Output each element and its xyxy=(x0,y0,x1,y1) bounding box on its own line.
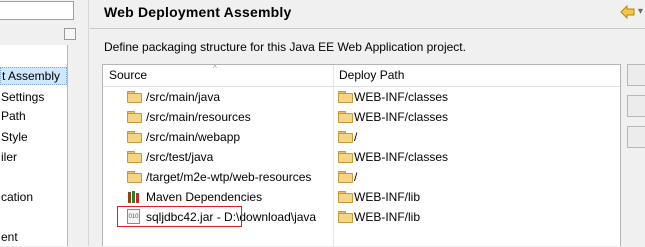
deploy-path-cell: / xyxy=(354,130,358,144)
deploy-path-cell: WEB-INF/classes xyxy=(354,110,449,124)
preferences-nav-pane: t Assembly Settings Path Style iler cati… xyxy=(0,0,78,246)
table-row[interactable]: /src/main/java WEB-INF/classes xyxy=(103,87,620,107)
remove-button[interactable] xyxy=(627,126,645,148)
page-title: Web Deployment Assembly xyxy=(104,4,292,20)
nav-item-settings[interactable]: Settings xyxy=(0,88,67,106)
pane-divider xyxy=(88,0,89,246)
table-row[interactable]: /src/main/resources WEB-INF/classes xyxy=(103,107,620,127)
source-cell: /src/main/java xyxy=(146,90,221,104)
folder-icon xyxy=(338,151,353,163)
deploy-path-cell: WEB-INF/lib xyxy=(354,190,420,204)
sort-caret-icon: ^ xyxy=(213,64,217,73)
folder-icon xyxy=(338,91,353,103)
source-cell: Maven Dependencies xyxy=(146,190,263,204)
table-row[interactable]: /src/main/webapp / xyxy=(103,127,620,147)
deploy-path-cell: WEB-INF/lib xyxy=(354,210,420,224)
nav-item-location[interactable]: cation xyxy=(0,188,67,206)
table-row[interactable]: Maven Dependencies WEB-INF/lib xyxy=(103,187,620,207)
title-separator xyxy=(90,28,645,29)
edit-button[interactable] xyxy=(627,95,645,117)
table-row[interactable]: /src/test/java WEB-INF/classes xyxy=(103,147,620,167)
filter-input[interactable] xyxy=(0,1,74,20)
nav-item-style[interactable]: Style xyxy=(0,128,67,146)
source-cell: /src/main/webapp xyxy=(146,130,241,144)
forward-menu-icon[interactable]: ▾ xyxy=(638,6,645,18)
folder-icon xyxy=(127,151,142,163)
deploy-path-cell: WEB-INF/classes xyxy=(354,150,449,164)
source-cell: /target/m2e-wtp/web-resources xyxy=(146,170,312,184)
folder-icon xyxy=(338,211,353,223)
folder-icon xyxy=(338,131,353,143)
deploy-path-cell: WEB-INF/classes xyxy=(354,90,449,104)
folder-icon xyxy=(127,91,142,103)
nav-item-ent[interactable]: ent xyxy=(0,228,67,246)
add-button[interactable] xyxy=(627,64,645,86)
table-row[interactable]: /target/m2e-wtp/web-resources / xyxy=(103,167,620,187)
table-header: Source ^ Deploy Path xyxy=(103,64,620,87)
column-header-deploy-path[interactable]: Deploy Path xyxy=(339,65,404,86)
folder-icon xyxy=(338,111,353,123)
folder-icon xyxy=(338,191,353,203)
nav-tree: t Assembly Settings Path Style iler cati… xyxy=(0,45,68,246)
nav-item-path[interactable]: Path xyxy=(0,107,67,125)
deploy-path-cell: / xyxy=(354,170,358,184)
maven-library-icon xyxy=(128,191,139,203)
back-arrow-icon[interactable] xyxy=(620,4,636,20)
collapse-all-button[interactable] xyxy=(64,28,76,40)
source-cell: /src/test/java xyxy=(146,150,214,164)
folder-icon xyxy=(127,111,142,123)
nav-item-compiler[interactable]: iler xyxy=(0,148,67,166)
folder-icon xyxy=(127,131,142,143)
annotation-highlight-box xyxy=(117,206,242,227)
column-header-source[interactable]: Source xyxy=(109,65,147,86)
source-cell: /src/main/resources xyxy=(146,110,251,124)
page-description: Define packaging structure for this Java… xyxy=(104,40,466,54)
nav-item-deployment-assembly[interactable]: t Assembly xyxy=(0,67,67,85)
folder-icon xyxy=(338,171,353,183)
folder-icon xyxy=(127,171,142,183)
